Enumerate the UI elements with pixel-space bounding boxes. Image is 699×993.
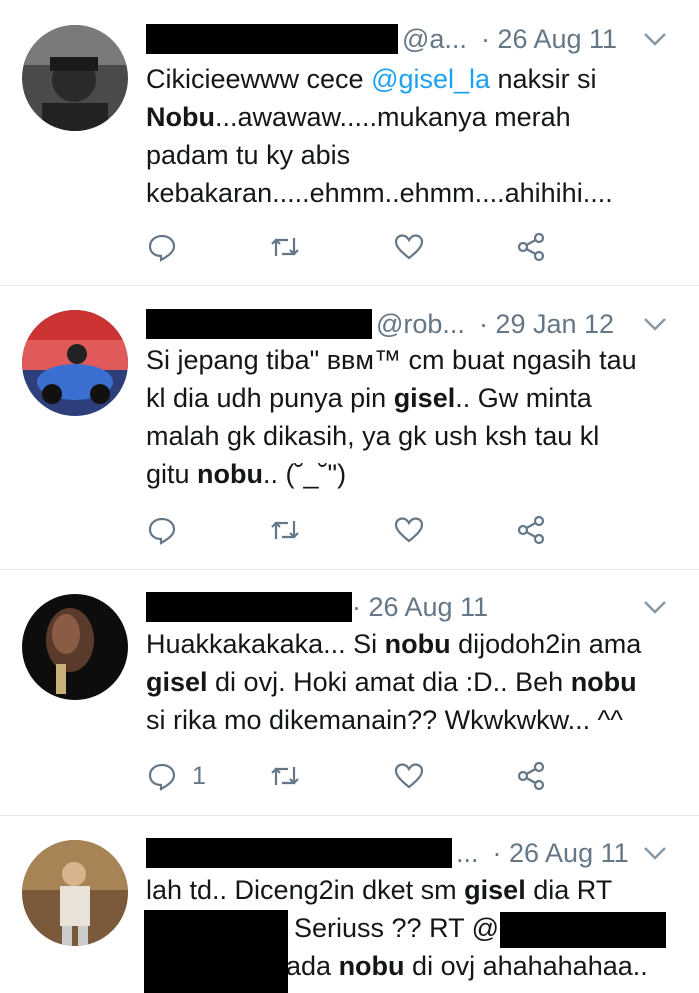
reply-icon bbox=[148, 517, 176, 545]
reply-button[interactable]: 1 bbox=[146, 760, 269, 792]
chevron-down-icon[interactable] bbox=[641, 310, 669, 338]
text-fragment: di ovj ahahahahaa.. bbox=[404, 951, 648, 981]
text-fragment: di ovj. Hoki amat dia :D.. Beh bbox=[207, 667, 571, 697]
redaction-box bbox=[144, 910, 288, 993]
retweet-button[interactable] bbox=[269, 760, 392, 792]
user-handle[interactable]: @rob... bbox=[376, 309, 465, 340]
chevron-down-icon[interactable] bbox=[641, 25, 669, 53]
highlighted-keyword: gisel bbox=[393, 383, 456, 413]
text-fragment: padam tu ky abis bbox=[146, 140, 351, 170]
text-fragment: ...awawaw.....mukanya merah bbox=[214, 102, 571, 132]
redacted-name bbox=[146, 592, 352, 622]
tweet[interactable]: @a... · 26 Aug 11 Cikicieewww cece @gise… bbox=[0, 0, 699, 286]
like-button[interactable] bbox=[393, 231, 516, 263]
share-icon bbox=[517, 515, 544, 545]
tweet-actions bbox=[146, 512, 639, 548]
tweet-text: Si jepang tiba" ʙʙᴍ™ cm buat ngasih tau k… bbox=[146, 341, 671, 493]
share-icon bbox=[517, 232, 544, 262]
text-fragment: kebakaran.....ehmm..ehmm....ahihihi.... bbox=[146, 178, 613, 208]
avatar-image bbox=[22, 25, 128, 131]
tweet[interactable]: @rob... · 29 Jan 12 Si jepang tiba" ʙʙᴍ™… bbox=[0, 286, 699, 570]
text-fragment: ada bbox=[286, 951, 339, 981]
retweet-button[interactable] bbox=[269, 514, 392, 546]
tweet-text: Huakkakakaka... Si nobu dijodoh2in ama gi… bbox=[146, 625, 671, 739]
tweet[interactable]: · 26 Aug 11 Huakkakakaka... Si nobu dijo… bbox=[0, 570, 699, 816]
text-fragment: dia RT bbox=[525, 875, 613, 905]
reply-count: 1 bbox=[192, 761, 206, 790]
text-fragment: lah td.. Diceng2in dket sm bbox=[146, 875, 465, 905]
heart-icon bbox=[394, 763, 423, 789]
text-fragment: Seriuss ?? RT @ bbox=[294, 913, 499, 943]
text-fragment: malah gk dikasih, ya gk ush ksh tau kl bbox=[146, 421, 600, 451]
tweet-date[interactable]: · 29 Jan 12 bbox=[479, 309, 614, 340]
redaction-box bbox=[500, 912, 666, 948]
text-fragment: dijodoh2in ama bbox=[450, 629, 642, 659]
text-fragment: gitu bbox=[146, 459, 198, 489]
avatar[interactable] bbox=[22, 25, 128, 131]
tweet-date[interactable]: · 26 Aug 11 bbox=[352, 592, 488, 623]
text-fragment: .. (˘_˘") bbox=[263, 459, 347, 489]
avatar-image bbox=[22, 840, 128, 946]
chevron-down-icon[interactable] bbox=[641, 839, 669, 867]
share-button[interactable] bbox=[516, 760, 639, 792]
reply-icon bbox=[148, 234, 176, 262]
tweet-header: · 26 Aug 11 bbox=[146, 587, 669, 627]
heart-icon bbox=[394, 517, 423, 543]
user-handle[interactable]: @a... bbox=[402, 24, 467, 55]
avatar-image bbox=[22, 310, 128, 416]
retweet-icon bbox=[271, 521, 300, 539]
heart-icon bbox=[394, 234, 423, 260]
text-fragment: naksir si bbox=[490, 64, 597, 94]
highlighted-keyword: nobu bbox=[384, 629, 451, 659]
like-button[interactable] bbox=[393, 760, 516, 792]
tweet-date[interactable]: · 26 Aug 11 bbox=[493, 838, 629, 869]
tweet-header: @a... · 26 Aug 11 bbox=[146, 19, 669, 59]
tweet-actions: 1 bbox=[146, 758, 639, 794]
tweet-feed: @a... · 26 Aug 11 Cikicieewww cece @gise… bbox=[0, 0, 699, 993]
highlighted-keyword: nobu bbox=[338, 951, 405, 981]
tweet-text-line: lah td.. Diceng2in dket sm gisel dia RT bbox=[146, 871, 671, 909]
avatar[interactable] bbox=[22, 594, 128, 700]
share-button[interactable] bbox=[516, 231, 639, 263]
text-fragment: Huakkakakaka... Si bbox=[146, 629, 385, 659]
redacted-name bbox=[146, 309, 372, 339]
reply-button[interactable] bbox=[146, 514, 269, 546]
highlighted-keyword: Nobu bbox=[146, 102, 215, 132]
text-fragment: kl dia udh punya pin bbox=[146, 383, 394, 413]
chevron-down-icon[interactable] bbox=[641, 593, 669, 621]
redacted-name bbox=[146, 24, 398, 54]
text-fragment: si rika mo dikemanain?? Wkwkwkw... ^^ bbox=[146, 705, 623, 735]
retweet-icon bbox=[271, 767, 300, 785]
redacted-name bbox=[146, 838, 452, 868]
highlighted-keyword: nobu bbox=[570, 667, 637, 697]
user-handle[interactable]: ... bbox=[456, 838, 479, 869]
avatar[interactable] bbox=[22, 310, 128, 416]
highlighted-keyword: gisel bbox=[464, 875, 526, 905]
text-fragment: .. Gw minta bbox=[455, 383, 592, 413]
retweet-icon bbox=[271, 238, 300, 256]
share-button[interactable] bbox=[516, 514, 639, 546]
tweet-header: ... · 26 Aug 11 bbox=[146, 833, 669, 873]
like-button[interactable] bbox=[393, 514, 516, 546]
tweet[interactable]: ... · 26 Aug 11 lah td.. Diceng2in dket … bbox=[0, 816, 699, 993]
avatar[interactable] bbox=[22, 840, 128, 946]
mention-link[interactable]: @gisel_la bbox=[371, 64, 490, 94]
highlighted-keyword: gisel bbox=[146, 667, 208, 697]
reply-button[interactable] bbox=[146, 231, 269, 263]
avatar-image bbox=[22, 594, 128, 700]
highlighted-keyword: nobu bbox=[197, 459, 264, 489]
retweet-button[interactable] bbox=[269, 231, 392, 263]
share-icon bbox=[517, 761, 544, 791]
tweet-actions bbox=[146, 229, 639, 265]
tweet-date[interactable]: · 26 Aug 11 bbox=[481, 24, 617, 55]
text-fragment: Cikicieewww cece bbox=[146, 64, 372, 94]
tweet-text: Cikicieewww cece @gisel_la naksir si Nobu… bbox=[146, 60, 671, 212]
text-fragment: Si jepang tiba" ʙʙᴍ™ cm buat ngasih tau bbox=[146, 345, 637, 375]
tweet-header: @rob... · 29 Jan 12 bbox=[146, 304, 669, 344]
reply-icon bbox=[148, 763, 176, 791]
